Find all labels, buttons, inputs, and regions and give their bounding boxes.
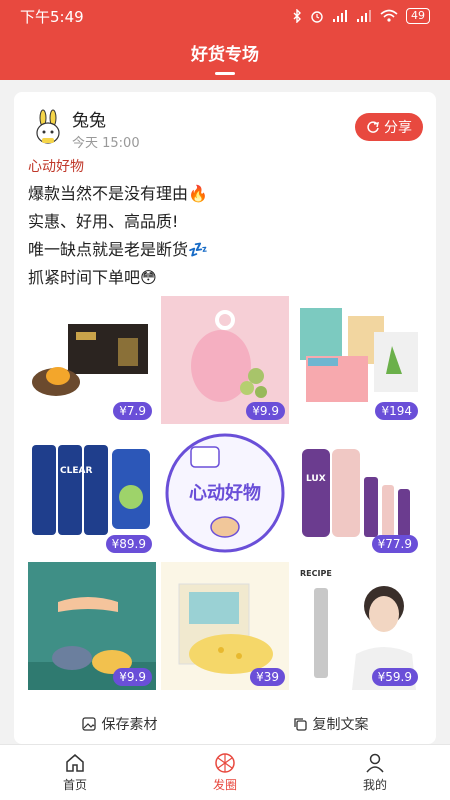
sticker-graphic: 心动好物	[161, 429, 289, 557]
post-time: 今天 15:00	[72, 136, 140, 151]
product-image-slippers[interactable]: ¥9.9	[28, 562, 156, 690]
bluetooth-icon	[293, 9, 301, 23]
post-actions: 保存素材 复制文案	[14, 704, 436, 744]
brand-label: RECIPE	[300, 569, 332, 578]
price-tag: ¥9.9	[246, 402, 285, 420]
tab-moments-label: 发圈	[212, 778, 237, 792]
sticker-label: 心动好物	[189, 482, 261, 504]
brand-label: LUX	[306, 474, 326, 484]
price-tag: ¥9.9	[113, 668, 152, 686]
post-text-line: 抓紧时间下单吧😳	[28, 268, 157, 287]
tab-home-label: 首页	[62, 778, 87, 792]
battery-indicator: 49	[406, 8, 430, 24]
product-image-sponge[interactable]: ¥39	[161, 562, 289, 690]
post-text-line: 唯一缺点就是老是断货💤	[28, 240, 208, 259]
product-image-water-bottle[interactable]: ¥9.9	[161, 296, 289, 424]
sticker-image[interactable]: 心动好物	[161, 429, 289, 557]
product-image-body-wash[interactable]: LUX ¥77.9	[294, 429, 422, 557]
moments-icon	[215, 753, 235, 773]
save-material-label: 保存素材	[101, 717, 158, 733]
tab-mine-label: 我的	[362, 778, 387, 792]
alarm-icon	[311, 11, 323, 23]
copy-text-label: 复制文案	[312, 717, 369, 733]
product-image-face-mask[interactable]: ¥194	[294, 296, 422, 424]
price-tag: ¥39	[250, 668, 285, 686]
wifi-icon	[380, 9, 398, 22]
tab-mine[interactable]: 我的	[300, 745, 450, 800]
home-icon	[66, 754, 84, 772]
image-icon	[81, 717, 96, 731]
avatar[interactable]	[28, 108, 68, 148]
price-tag: ¥77.9	[371, 535, 418, 553]
status-bar: 下午5:49 49	[0, 0, 450, 32]
post-card: 兔兔 今天 15:00 分享 心动好物 爆款当然不是没有理由🔥 实惠、好用、高品…	[14, 92, 436, 744]
price-tag: ¥59.9	[371, 668, 418, 686]
signal-icon	[333, 10, 347, 22]
product-grid: ¥7.9 ¥9.9 ¥194 CLEAR ¥89.9 心动好物 LUX ¥77.…	[28, 296, 422, 690]
share-icon	[367, 121, 380, 133]
copy-text-button[interactable]: 复制文案	[225, 704, 436, 744]
share-label: 分享	[384, 120, 412, 136]
username[interactable]: 兔兔	[72, 106, 106, 131]
product-image-shampoo[interactable]: CLEAR ¥89.9	[28, 429, 156, 557]
product-image-egg-yolk-pastry[interactable]: ¥7.9	[28, 296, 156, 424]
bottom-tab-bar: 首页 发圈 我的	[0, 744, 450, 800]
copy-icon	[293, 718, 307, 731]
price-tag: ¥194	[375, 402, 418, 420]
nav-bar: 好货专场	[0, 32, 450, 80]
post-text-line: 爆款当然不是没有理由🔥	[28, 184, 208, 203]
status-time: 下午5:49	[20, 7, 84, 26]
title-underline	[215, 72, 235, 75]
share-button[interactable]: 分享	[355, 113, 423, 141]
tab-home[interactable]: 首页	[0, 745, 150, 800]
post-text-line: 实惠、好用、高品质!	[28, 212, 179, 231]
signal-2-icon	[357, 10, 371, 22]
status-icons: 49	[292, 8, 430, 24]
tab-moments[interactable]: 发圈	[150, 745, 300, 800]
product-image-hair-spray[interactable]: RECIPE ¥59.9	[294, 562, 422, 690]
price-tag: ¥7.9	[113, 402, 152, 420]
save-material-button[interactable]: 保存素材	[14, 704, 225, 744]
price-tag: ¥89.9	[105, 535, 152, 553]
post-tag: 心动好物	[28, 159, 84, 175]
brand-label: CLEAR	[60, 466, 92, 476]
user-icon	[366, 753, 384, 773]
